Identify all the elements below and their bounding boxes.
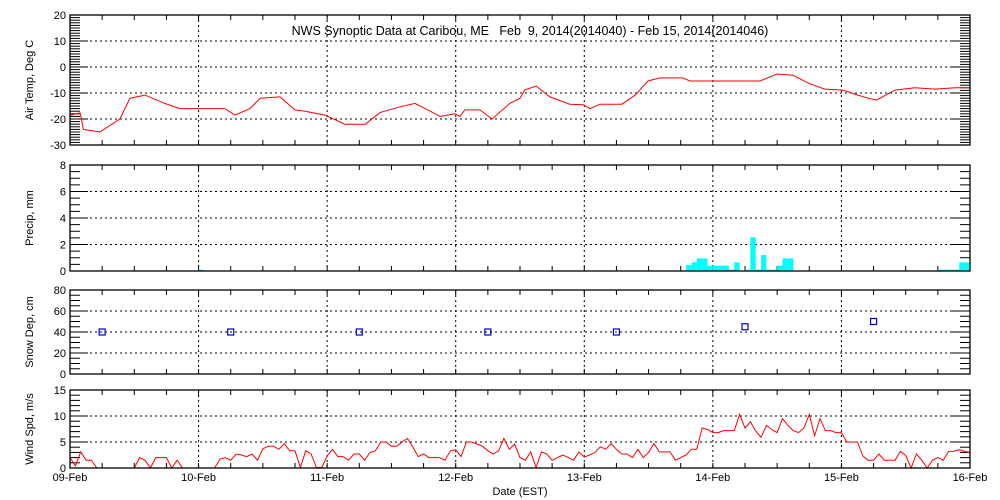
snow-y-axis-label: Snow Dep, cm [24,296,36,368]
x-tick-label: 13-Feb [567,472,602,484]
wind-series-line [69,412,971,470]
wind-y-axis-label: Wind Spd, m/s [24,393,36,465]
snow-ytick-label: 0 [60,369,66,381]
x-tick-label: 12-Feb [438,472,473,484]
precip-bar [718,265,724,271]
snow-point [741,323,749,331]
precip-bar [782,258,788,271]
x-tick-label: 09-Feb [53,472,88,484]
precip-bar [696,258,703,271]
precip-bar [707,265,713,271]
x-tick-label: 16-Feb [953,472,988,484]
wind-ytick-label: 10 [54,411,66,423]
temp-ytick-label: -20 [50,114,66,126]
x-tick-label: 11-Feb [310,472,344,484]
precip-bar [761,255,767,271]
temp-ytick-label: -30 [50,140,66,152]
temp-y-axis-label: Air Temp, Deg C [24,40,36,121]
precip-bar [787,258,794,271]
precip-bar [723,265,729,271]
snow-ytick-label: 80 [54,285,66,297]
precip-bar [964,262,970,271]
wind-ytick-label: 15 [54,385,66,397]
snow-ytick-label: 20 [54,348,66,360]
snow-ytick-label: 60 [54,306,66,318]
temp-ytick-label: 10 [54,36,66,48]
precip-bar [691,262,697,271]
precip-bar [959,262,965,271]
temp-ytick-label: 0 [60,62,66,74]
x-tick-label: 10-Feb [181,472,216,484]
x-axis-label: Date (EST) [492,486,547,498]
precip-bar [686,265,692,271]
precip-y-axis-label: Precip, mm [24,190,36,246]
x-tick-label: 15-Feb [824,472,859,484]
temp-ytick-label: -10 [50,88,66,100]
precip-ytick-label: 8 [60,160,66,172]
precip-bar [702,258,708,271]
temp-ytick-label: 20 [54,10,66,22]
precip-bar [777,265,783,271]
snow-point [869,317,878,326]
precip-ytick-label: 6 [60,187,66,199]
synoptic-chart: NWS Synoptic Data at Caribou, ME Feb 9, … [24,10,988,498]
precip-bar [750,237,756,271]
precip-ytick-label: 2 [60,240,66,252]
precip-bar [712,265,719,271]
x-tick-label: 14-Feb [695,472,730,484]
snow-ytick-label: 40 [54,327,66,339]
precip-ytick-label: 4 [60,213,66,225]
temp-series-line [69,73,970,133]
precip-ytick-label: 0 [60,266,66,278]
precip-bar [734,262,740,271]
chart-title: NWS Synoptic Data at Caribou, ME Feb 9, … [292,24,769,38]
wind-ytick-label: 5 [60,437,66,449]
